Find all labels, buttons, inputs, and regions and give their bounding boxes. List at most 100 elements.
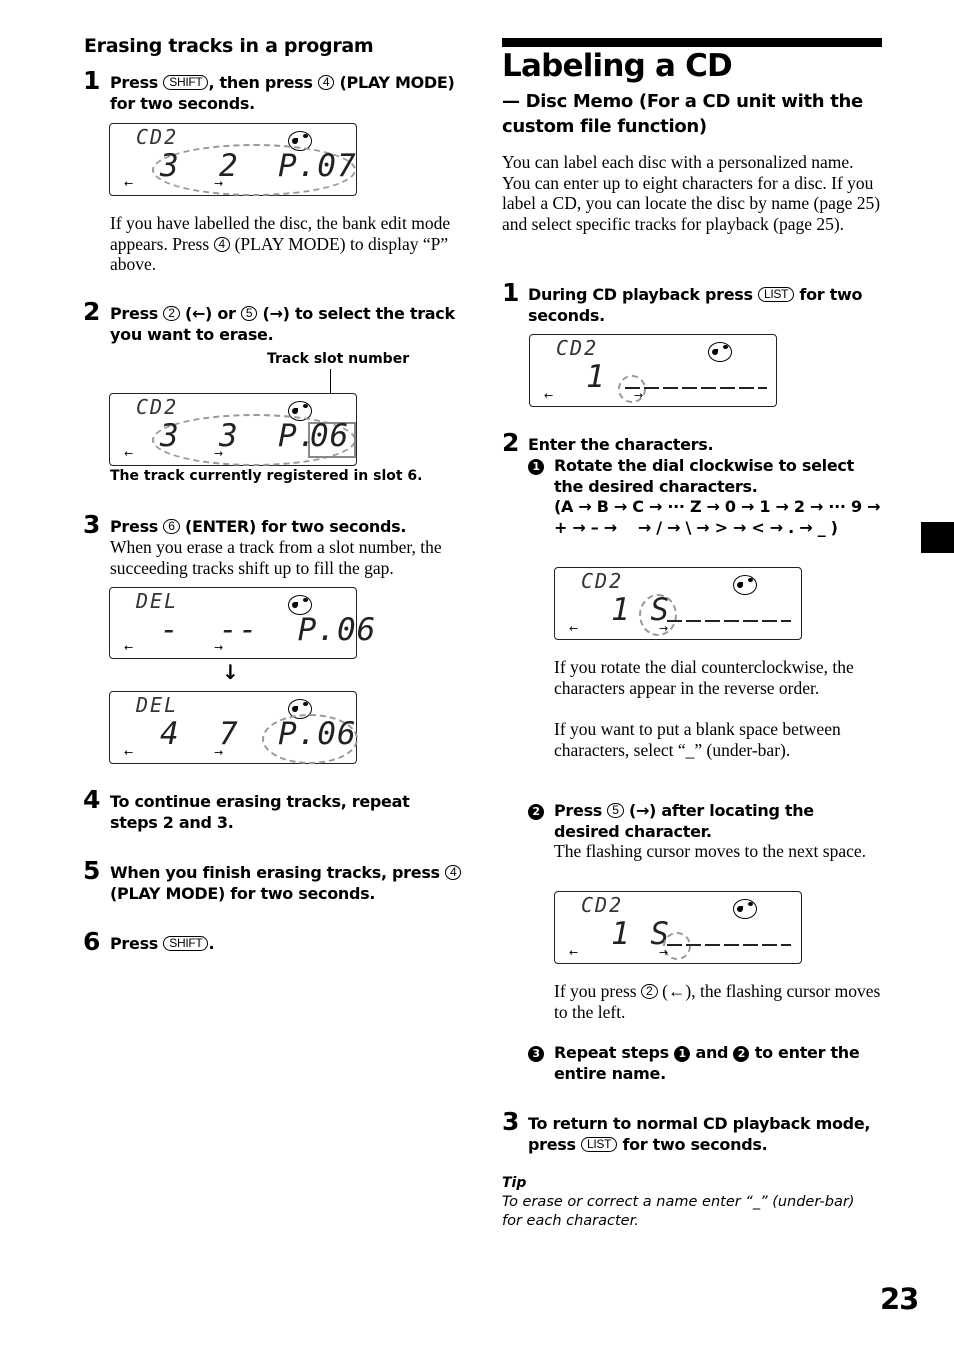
text: Repeat steps: [554, 1043, 675, 1062]
key-2: 2: [163, 306, 180, 321]
lcd-main: 4 7 P.06: [160, 716, 357, 752]
circled-2-icon: 2: [733, 1046, 750, 1062]
section-thumb-tab: [921, 522, 954, 553]
step-number: 3: [502, 1107, 520, 1136]
lcd-display-1: CD2 3 2 P.07 ← →: [109, 123, 357, 196]
note-blank-space: If you want to put a blank space between…: [554, 719, 841, 760]
character-sequence: (A → B → C → ··· Z → 0 → 1 → 2 → ··· 9 →…: [554, 497, 886, 537]
tip-text: To erase or correct a name enter “_” (un…: [502, 1194, 855, 1229]
circled-1-icon: 1: [528, 459, 544, 475]
step-number: 5: [83, 856, 101, 885]
callout-track-slot: Track slot number: [267, 351, 410, 367]
circled-2-icon: 2: [528, 804, 544, 820]
lcd-source: CD2: [581, 569, 624, 593]
note-cursor-moves: The flashing cursor moves to the next sp…: [554, 841, 866, 861]
circled-3-icon: 3: [528, 1046, 544, 1062]
key-4: 4: [213, 236, 231, 252]
shift-key: SHIFT: [163, 936, 209, 951]
character-slots: [625, 387, 767, 389]
lcd-main: 3 3 P.: [160, 418, 318, 454]
right-arrow-icon: →: [214, 447, 224, 460]
r-step-3-text: To return to normal CD playback mode, pr…: [528, 1113, 878, 1155]
lcd-main: 3 2 P.07: [160, 148, 357, 184]
key-5: 5: [607, 803, 624, 818]
page-number: 23: [880, 1282, 919, 1316]
lcd-source: CD2: [136, 125, 179, 149]
disc-icon: [733, 899, 757, 919]
text: Press: [110, 517, 164, 536]
step-number: 3: [83, 510, 101, 539]
sub-step-marker-3: 3: [528, 1042, 544, 1063]
character-slots: [667, 620, 791, 622]
lcd-display-r1: CD2 1 ← →: [529, 334, 777, 407]
title-rule: [502, 38, 882, 47]
step-number: 2: [502, 428, 520, 457]
left-arrow-icon: ←: [569, 946, 579, 959]
key-4: 4: [445, 865, 462, 880]
step-4-text: To continue erasing tracks, repeat steps…: [110, 792, 410, 832]
lcd-source: CD2: [556, 336, 599, 360]
note-counterclockwise: If you rotate the dial counterclockwise,…: [554, 657, 854, 698]
step-6-text: Press SHIFT.: [110, 933, 460, 954]
text: When you finish erasing tracks, press: [110, 863, 446, 882]
left-arrow-icon: ←: [124, 746, 134, 759]
text: .: [208, 934, 215, 953]
lcd-display-2: CD2 3 3 P. 06 ← →: [109, 393, 357, 466]
character-slots: [667, 944, 791, 946]
text: Press: [110, 934, 164, 953]
lcd-display-4: DEL 4 7 P.06 ← →: [109, 691, 358, 764]
step-5-text: When you finish erasing tracks, press 4 …: [110, 862, 470, 904]
right-arrow-icon: →: [214, 746, 224, 759]
down-arrow-icon: ↓: [222, 660, 239, 684]
text: If you press: [554, 981, 641, 1001]
sub-step-2-text: Press 5 (→) after locating the desired c…: [554, 800, 884, 842]
right-arrow-icon: →: [659, 946, 669, 959]
step-2-text: Press 2 (←) or 5 (→) to select the track…: [110, 303, 460, 345]
caption-slot: The track currently registered in slot 6…: [110, 468, 423, 484]
page-subtitle: — Disc Memo (For a CD unit with the cust…: [502, 91, 863, 137]
lcd-main: 1: [586, 359, 606, 395]
sub-step-3-text: Repeat steps 1 and 2 to enter the entire…: [554, 1042, 874, 1084]
note-shift-up: When you erase a track from a slot numbe…: [110, 537, 442, 578]
key-6: 6: [163, 519, 180, 534]
key-2: 2: [641, 984, 658, 999]
r-step-1-text: During CD playback press LIST for two se…: [528, 284, 883, 326]
right-arrow-icon: →: [214, 177, 224, 190]
text: and: [690, 1043, 734, 1062]
lcd-slot-number: 06: [310, 418, 350, 454]
text: Press: [110, 73, 164, 92]
left-arrow-icon: ←: [124, 641, 134, 654]
lcd-main: - -- P.06: [160, 612, 377, 648]
note-bank-edit: If you have labelled the disc, the bank …: [110, 213, 465, 275]
step-number: 1: [83, 66, 101, 95]
left-arrow-icon: ←: [124, 177, 134, 190]
text: (PLAY MODE) for two seconds.: [110, 884, 376, 903]
lcd-display-r2: CD2 1 S ← →: [554, 567, 802, 640]
right-arrow-icon: →: [634, 389, 644, 402]
lcd-display-3: DEL - -- P.06 ← →: [109, 587, 375, 659]
step-1-text: Press SHIFT, then press 4 (PLAY MODE) fo…: [110, 72, 460, 114]
lcd-source: DEL: [136, 589, 179, 613]
text: for two seconds.: [617, 1135, 768, 1154]
step-number: 4: [83, 785, 101, 814]
step-number: 2: [83, 297, 101, 326]
sub-step-1-text: Rotate the dial clockwise to select the …: [554, 456, 854, 496]
lcd-source: CD2: [136, 395, 179, 419]
key-5: 5: [240, 306, 258, 321]
step-number: 1: [502, 278, 520, 307]
disc-icon: [733, 575, 757, 595]
right-arrow-icon: →: [214, 641, 224, 654]
sub-step-marker-2: 2: [528, 800, 544, 821]
note-move-left: If you press 2 (←), the flashing cursor …: [554, 981, 884, 1022]
right-arrow-icon: →: [659, 622, 669, 635]
key-4: 4: [317, 75, 335, 90]
lcd-source: CD2: [581, 893, 624, 917]
step-number: 6: [83, 927, 101, 956]
text: , then press: [208, 73, 318, 92]
text: Press: [110, 304, 164, 323]
page-title: Labeling a CD: [502, 48, 733, 84]
list-key: LIST: [758, 287, 795, 302]
lcd-display-r3: CD2 1 S ← →: [554, 891, 802, 964]
text: During CD playback press: [528, 285, 758, 304]
text: (←) or: [179, 304, 241, 323]
